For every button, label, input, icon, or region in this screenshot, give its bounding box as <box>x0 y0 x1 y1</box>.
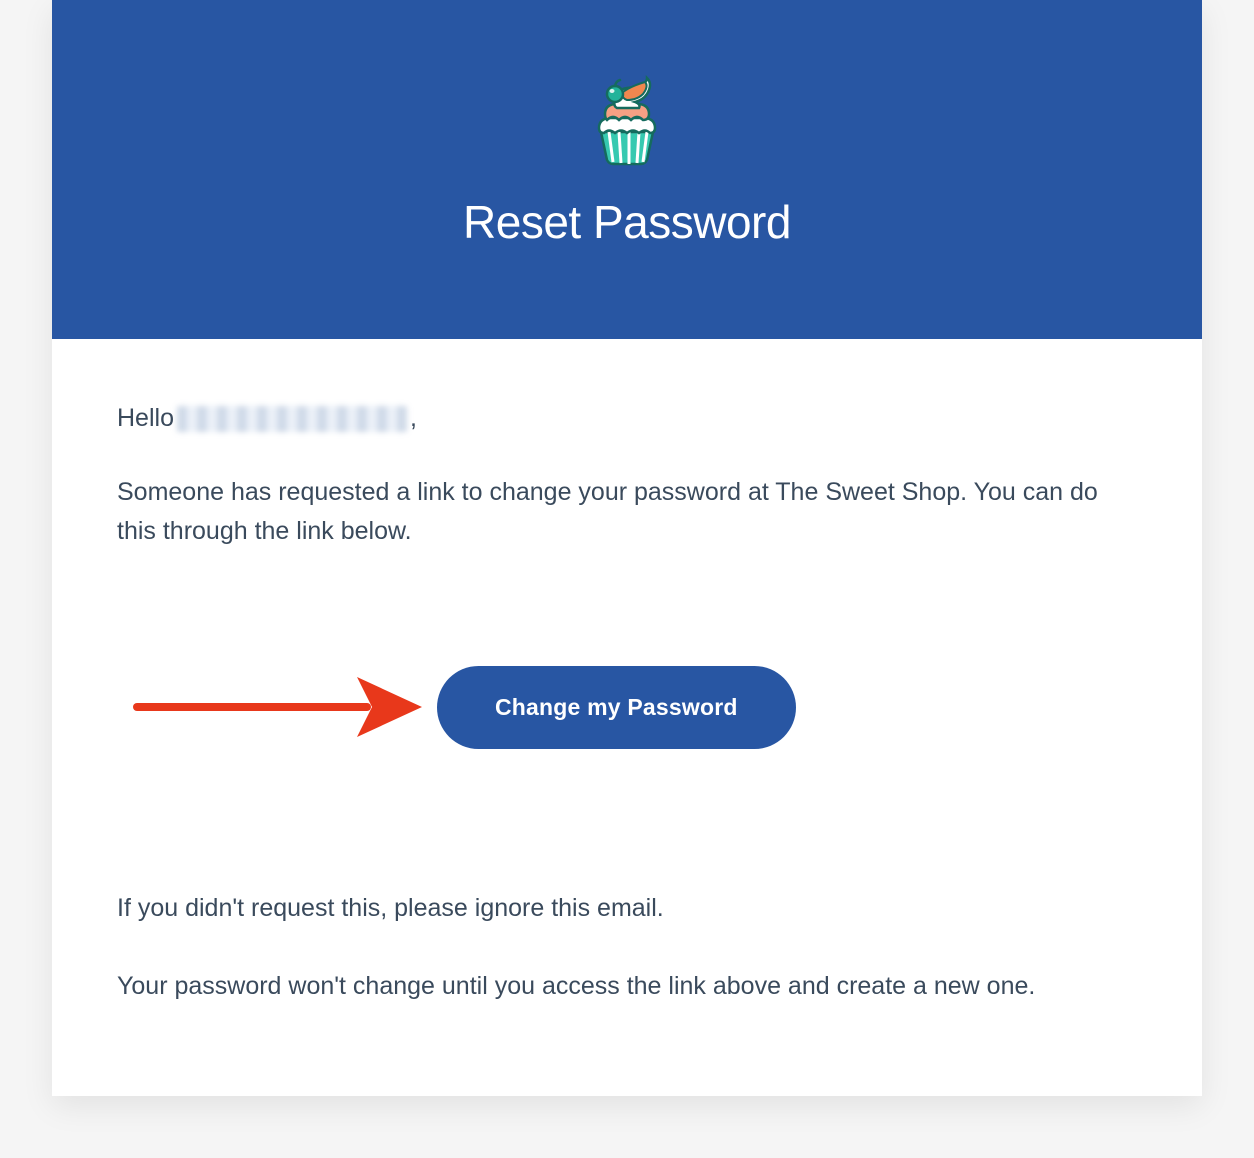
change-password-button[interactable]: Change my Password <box>437 666 796 749</box>
greeting-suffix: , <box>410 404 417 433</box>
email-header: Reset Password <box>52 0 1202 339</box>
email-card: Reset Password Hello , Someone has reque… <box>52 0 1202 1096</box>
request-text: Someone has requested a link to change y… <box>117 473 1137 551</box>
recipient-name-redacted <box>177 406 407 432</box>
greeting-line: Hello , <box>117 404 1137 433</box>
page-title: Reset Password <box>72 195 1182 249</box>
annotation-arrow-icon <box>117 667 437 747</box>
greeting-prefix: Hello <box>117 404 174 433</box>
no-change-text: Your password won't change until you acc… <box>117 967 1137 1006</box>
email-body: Hello , Someone has requested a link to … <box>52 339 1202 1096</box>
cupcake-logo-icon <box>577 70 677 175</box>
ignore-text: If you didn't request this, please ignor… <box>117 889 1137 928</box>
cta-row: Change my Password <box>117 666 1137 749</box>
